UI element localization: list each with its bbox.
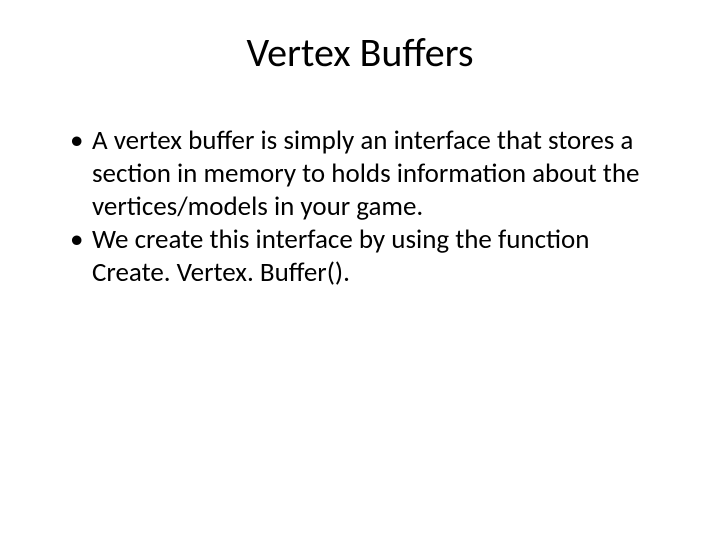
slide-container: Vertex Buffers A vertex buffer is simply… bbox=[0, 0, 720, 540]
slide-title: Vertex Buffers bbox=[60, 28, 660, 77]
bullet-list: A vertex buffer is simply an interface t… bbox=[68, 125, 660, 290]
slide-content: A vertex buffer is simply an interface t… bbox=[60, 125, 660, 290]
bullet-item: We create this interface by using the fu… bbox=[68, 224, 660, 290]
bullet-item: A vertex buffer is simply an interface t… bbox=[68, 125, 660, 224]
